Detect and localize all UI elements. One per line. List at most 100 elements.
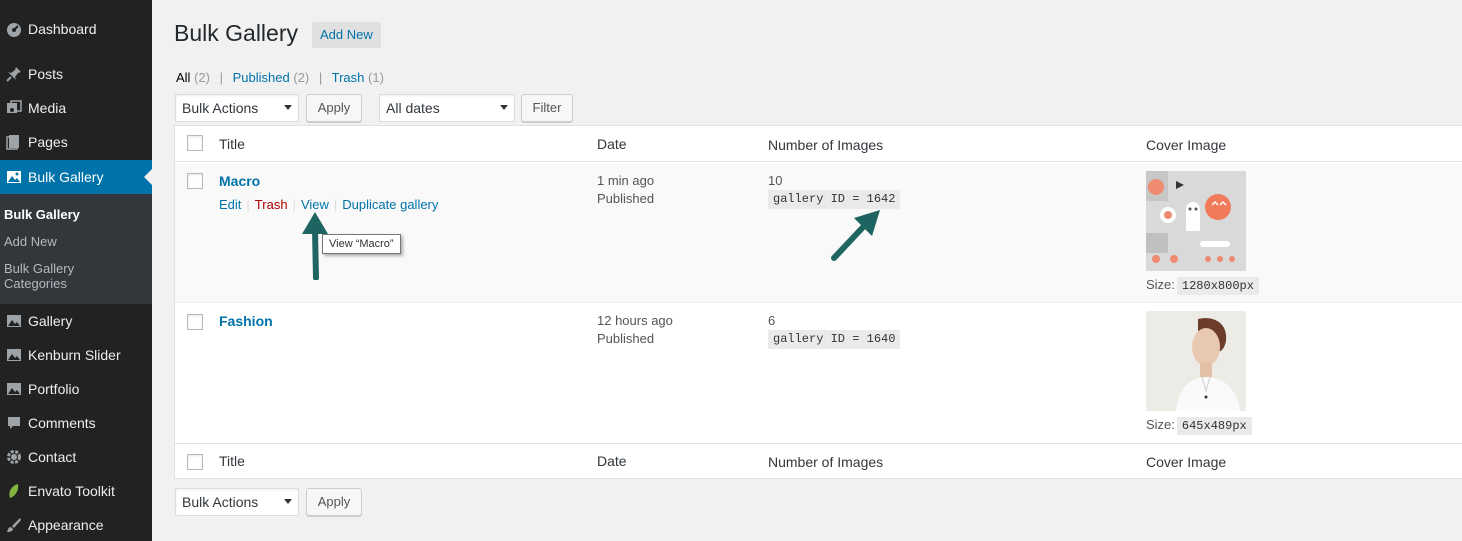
menu-label: Pages [28,134,68,150]
submenu-categories[interactable]: Bulk Gallery Categories [4,261,94,291]
table-header: Title Date Number of Images Cover Image [175,126,1462,162]
filter-published-count: (2) [293,70,310,85]
duplicate-gallery-link[interactable]: Duplicate gallery [342,197,438,212]
filter-button[interactable]: Filter [521,94,573,122]
menu-label: Portfolio [28,381,80,397]
row-status: Published [597,331,655,346]
filter-trash-count: (1) [368,70,384,85]
gear-icon [0,449,28,465]
row-status: Published [597,191,655,206]
menu-kenburn-slider[interactable]: Kenburn Slider [0,338,152,372]
menu-label: Media [28,100,67,116]
menu-gallery[interactable]: Gallery [0,304,152,338]
chevron-down-icon [500,105,508,110]
arrow-up-icon [302,212,328,280]
row-title-link[interactable]: Fashion [219,313,273,329]
gallery-icon [0,313,28,329]
column-number-of-images: Number of Images [768,454,884,470]
row-image-count: 6 [768,313,776,328]
filter-trash[interactable]: Trash [332,70,365,85]
dashboard-icon [0,21,28,37]
size-label: Size: [1146,277,1175,292]
table-row: Fashion 12 hours ago Published 6 gallery… [175,302,1462,442]
menu-label: Envato Toolkit [28,483,115,499]
add-new-button[interactable]: Add New [312,22,381,48]
select-all-checkbox-bottom[interactable] [187,454,203,470]
pin-icon [0,66,28,82]
select-all-checkbox[interactable] [187,135,203,151]
menu-label: Dashboard [28,21,97,37]
apply-button-top[interactable]: Apply [306,94,362,122]
column-title[interactable]: Title [219,136,245,152]
arrow-diagonal-icon [831,210,880,261]
column-date[interactable]: Date [597,453,627,469]
menu-bulk-gallery[interactable]: Bulk Gallery [0,160,152,194]
leaf-icon [0,483,28,499]
row-date: 1 min ago [597,173,655,188]
cover-image-fashion[interactable] [1146,311,1246,411]
menu-media[interactable]: Media [0,91,152,125]
row-checkbox[interactable] [187,314,203,330]
brush-icon [0,517,28,533]
row-title-link[interactable]: Macro [219,173,260,189]
dates-value: All dates [386,100,440,116]
apply-button-bottom[interactable]: Apply [306,488,362,516]
gallery-table: Title Date Number of Images Cover Image … [174,125,1462,479]
filter-separator: | [219,70,223,85]
filter-published[interactable]: Published [233,70,290,85]
menu-label: Bulk Gallery [28,169,104,185]
gallery-icon [0,347,28,363]
cover-size: Size: 1280x800px [1146,277,1259,295]
gallery-icon [0,381,28,397]
bulk-actions-select-top[interactable]: Bulk Actions [175,94,299,122]
submenu-bulk-gallery[interactable]: Bulk Gallery [4,207,144,222]
menu-pages[interactable]: Pages [0,125,152,159]
menu-dashboard[interactable]: Dashboard [0,12,152,46]
menu-contact[interactable]: Contact [0,440,152,474]
admin-sidebar: Dashboard Posts Media Pages Bulk Gallery… [0,0,152,541]
filter-all-count: (2) [194,70,210,85]
size-value: 1280x800px [1176,277,1259,295]
media-icon [0,100,28,116]
menu-appearance[interactable]: Appearance [0,508,152,541]
size-value: 645x489px [1176,417,1252,435]
menu-label: Appearance [28,517,104,533]
cover-size: Size: 645x489px [1146,417,1252,435]
filter-separator: | [318,70,323,85]
menu-portfolio[interactable]: Portfolio [0,372,152,406]
row-image-count: 10 [768,173,783,188]
pages-icon [0,134,28,150]
bulk-actions-select-bottom[interactable]: Bulk Actions [175,488,299,516]
table-footer: Title Date Number of Images Cover Image [175,443,1462,479]
row-checkbox[interactable] [187,173,203,189]
page-title: Bulk Gallery [174,20,298,46]
menu-comments[interactable]: Comments [0,406,152,440]
menu-label: Comments [28,415,96,431]
column-cover-image: Cover Image [1146,137,1227,153]
column-title[interactable]: Title [219,453,245,469]
row-date: 12 hours ago [597,313,673,328]
bulk-actions-value: Bulk Actions [182,494,259,510]
bulk-gallery-submenu: Bulk Gallery Add New Bulk Gallery Catego… [0,194,152,304]
column-date[interactable]: Date [597,136,627,152]
status-filters: All (2) | Published (2) | Trash (1) [176,70,384,85]
menu-posts[interactable]: Posts [0,57,152,91]
edit-link[interactable]: Edit [219,197,241,212]
chevron-down-icon [284,499,292,504]
menu-label: Posts [28,66,64,82]
chevron-down-icon [284,105,292,110]
bulk-actions-value: Bulk Actions [182,100,259,116]
dates-select[interactable]: All dates [379,94,515,122]
table-row: Macro Edit | Trash | View | Duplicate gallery … [175,163,1462,302]
cover-image-macro[interactable] [1146,171,1246,271]
column-cover-image: Cover Image [1146,454,1227,470]
menu-label: Kenburn Slider [28,347,121,363]
submenu-add-new[interactable]: Add New [4,234,144,249]
filter-all[interactable]: All [176,70,190,85]
trash-link[interactable]: Trash [255,197,288,212]
menu-envato-toolkit[interactable]: Envato Toolkit [0,474,152,508]
menu-label: Gallery [28,313,73,329]
size-label: Size: [1146,417,1175,432]
gallery-icon [0,169,28,185]
comment-icon [0,415,28,431]
